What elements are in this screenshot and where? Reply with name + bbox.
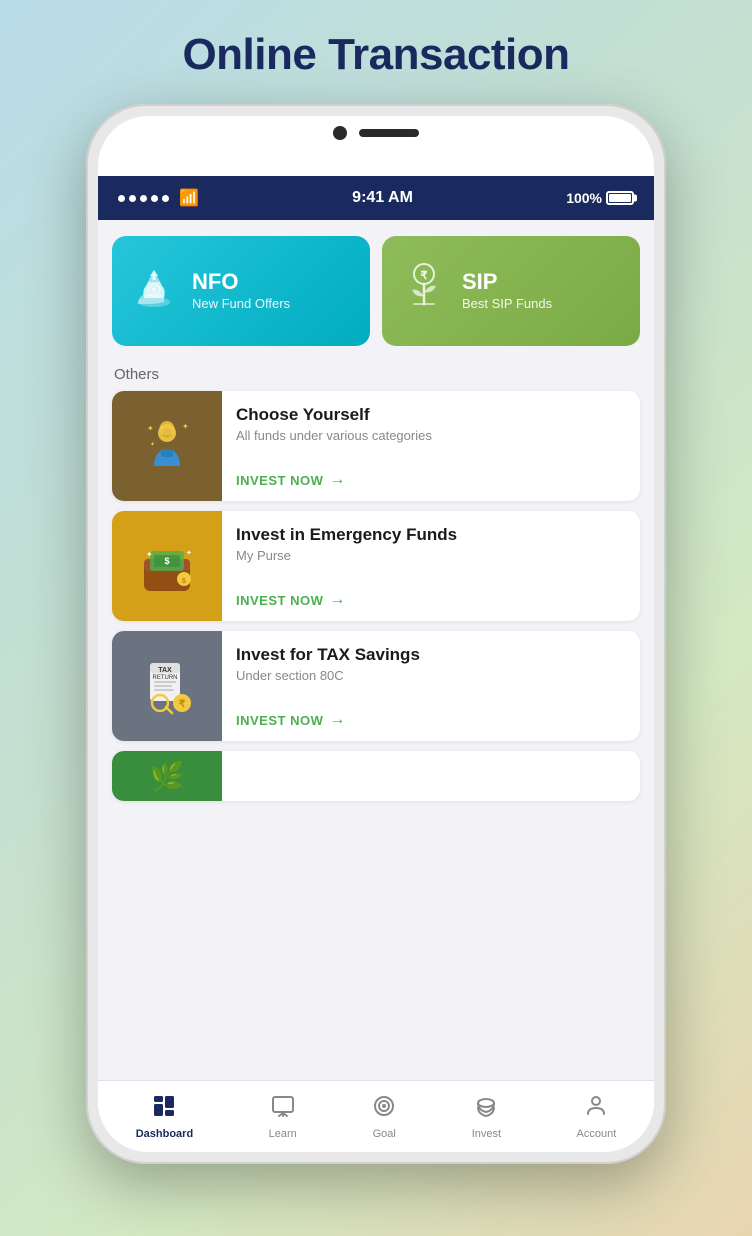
front-camera: [333, 126, 347, 140]
dashboard-label: Dashboard: [136, 1128, 193, 1140]
signal-dot-2: [129, 195, 136, 202]
top-cards-row: ₹ NFO New Fund Offers: [98, 220, 654, 354]
sip-title: SIP: [462, 271, 552, 293]
status-time: 9:41 AM: [352, 189, 413, 207]
invest-now-label-2: INVEST NOW: [236, 713, 323, 728]
svg-text:₹: ₹: [421, 270, 428, 282]
partial-card-bottom: 🌿: [112, 751, 640, 801]
learn-icon: [271, 1094, 295, 1124]
svg-text:✦: ✦: [150, 441, 155, 448]
account-icon: [584, 1094, 608, 1124]
choose-yourself-title: Choose Yourself: [236, 405, 626, 425]
list-items-container: ✦ ✦ ✦ Choose Yourself All funds under va…: [98, 391, 654, 751]
tax-savings-title: Invest for TAX Savings: [236, 645, 626, 665]
svg-text:$: $: [164, 556, 169, 566]
tab-invest[interactable]: Invest: [462, 1088, 511, 1146]
others-label: Others: [98, 354, 654, 391]
emergency-funds-body: Invest in Emergency Funds My Purse INVES…: [222, 511, 640, 621]
sip-subtitle: Best SIP Funds: [462, 296, 552, 311]
signal-dot-4: [151, 195, 158, 202]
list-item-emergency-funds[interactable]: $ $ ✦ ✦ Invest in Emergency Funds My: [112, 511, 640, 621]
dashboard-icon: [152, 1094, 176, 1124]
emergency-funds-image: $ $ ✦ ✦: [112, 511, 222, 621]
signal-dot-5: [162, 195, 169, 202]
status-bar: 📶 9:41 AM 100%: [98, 176, 654, 220]
signal-dot-1: [118, 195, 125, 202]
wifi-icon: 📶: [179, 188, 199, 208]
signal-dots: 📶: [118, 188, 199, 208]
learn-label: Learn: [269, 1128, 297, 1140]
invest-icon: [474, 1094, 498, 1124]
tab-bar: Dashboard Learn: [98, 1080, 654, 1152]
list-item-tax-savings[interactable]: TAX RETURN ₹: [112, 631, 640, 741]
goal-label: Goal: [373, 1128, 396, 1140]
partial-card-image: 🌿: [112, 751, 222, 801]
account-label: Account: [577, 1128, 617, 1140]
sip-icon: ₹: [398, 260, 450, 322]
phone-screen: 📶 9:41 AM 100%: [98, 116, 654, 1152]
battery-bar-icon: [606, 191, 634, 205]
choose-yourself-image: ✦ ✦ ✦: [112, 391, 222, 501]
sip-text: SIP Best SIP Funds: [462, 271, 552, 311]
svg-text:TAX: TAX: [158, 667, 172, 674]
goal-icon: [372, 1094, 396, 1124]
arrow-icon-2: →: [329, 711, 346, 729]
battery-percent: 100%: [566, 190, 602, 206]
tab-goal[interactable]: Goal: [362, 1088, 406, 1146]
list-item-choose-yourself[interactable]: ✦ ✦ ✦ Choose Yourself All funds under va…: [112, 391, 640, 501]
tab-dashboard[interactable]: Dashboard: [126, 1088, 203, 1146]
svg-text:✦: ✦: [146, 550, 153, 559]
battery-fill: [609, 194, 631, 202]
svg-text:₹: ₹: [179, 699, 186, 710]
invest-now-tax-savings[interactable]: INVEST NOW →: [236, 711, 626, 729]
nfo-card[interactable]: ₹ NFO New Fund Offers: [112, 236, 370, 346]
invest-now-emergency-funds[interactable]: INVEST NOW →: [236, 591, 626, 609]
svg-text:RETURN: RETURN: [153, 675, 178, 681]
choose-yourself-body: Choose Yourself All funds under various …: [222, 391, 640, 501]
invest-label: Invest: [472, 1128, 501, 1140]
page-title: Online Transaction: [182, 30, 569, 80]
arrow-icon-0: →: [329, 471, 346, 489]
invest-now-label-0: INVEST NOW: [236, 473, 323, 488]
invest-now-choose-yourself[interactable]: INVEST NOW →: [236, 471, 626, 489]
invest-now-label-1: INVEST NOW: [236, 593, 323, 608]
phone-notch: [333, 126, 419, 140]
arrow-icon-1: →: [329, 591, 346, 609]
status-battery: 100%: [566, 190, 634, 206]
tax-savings-body: Invest for TAX Savings Under section 80C…: [222, 631, 640, 741]
emergency-funds-subtitle: My Purse: [236, 548, 626, 563]
nfo-text: NFO New Fund Offers: [192, 271, 290, 311]
emergency-funds-title: Invest in Emergency Funds: [236, 525, 626, 545]
svg-text:$: $: [182, 578, 186, 585]
nfo-subtitle: New Fund Offers: [192, 296, 290, 311]
tab-learn[interactable]: Learn: [259, 1088, 307, 1146]
phone-frame: 📶 9:41 AM 100%: [86, 104, 666, 1164]
scroll-content[interactable]: ₹ NFO New Fund Offers: [98, 220, 654, 1080]
tax-savings-image: TAX RETURN ₹: [112, 631, 222, 741]
tab-account[interactable]: Account: [567, 1088, 627, 1146]
svg-text:✦: ✦: [147, 424, 154, 433]
tax-savings-subtitle: Under section 80C: [236, 668, 626, 683]
svg-text:✦: ✦: [182, 422, 189, 431]
phone-speaker: [359, 129, 419, 137]
signal-dot-3: [140, 195, 147, 202]
choose-yourself-subtitle: All funds under various categories: [236, 428, 626, 443]
nfo-icon: ₹: [128, 260, 180, 322]
svg-text:✦: ✦: [186, 549, 192, 557]
nfo-title: NFO: [192, 271, 290, 293]
sip-card[interactable]: ₹ SIP Best SIP Funds: [382, 236, 640, 346]
